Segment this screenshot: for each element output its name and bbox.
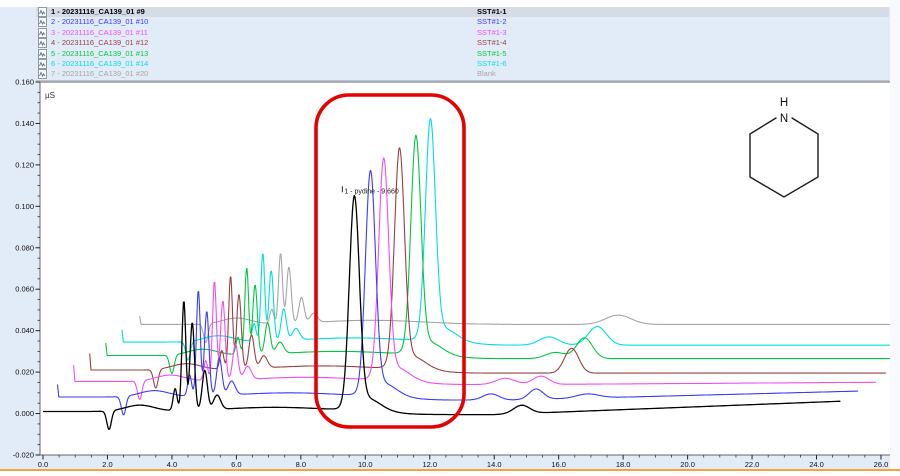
- legend-row-1[interactable]: 1 - 20231116_CA139_01 #9 SST#1-1: [36, 7, 889, 17]
- y-tick-label: 0.140: [15, 119, 34, 128]
- legend-sample-name: SST#1-5: [477, 49, 507, 60]
- y-tick-label: 0.160: [15, 78, 34, 87]
- y-tick-label: 0.040: [15, 326, 34, 335]
- x-tick-label: 6.0: [231, 460, 241, 469]
- y-tick-label: 0.020: [15, 368, 34, 377]
- legend-row-3[interactable]: 3 - 20231116_CA139_01 #11 SST#1-3: [36, 28, 889, 38]
- legend-sample-name: SST#1-1: [477, 7, 507, 18]
- y-tick-label: 0.100: [15, 202, 34, 211]
- plot-area: [40, 82, 893, 455]
- x-tick-label: 16.0: [551, 460, 566, 469]
- chromatogram-icon: [38, 49, 47, 59]
- x-tick-label: 0.0: [38, 460, 48, 469]
- peak-label: 1 - pydine - 9.660: [344, 188, 399, 195]
- legend-row-2[interactable]: 2 - 20231116_CA139_01 #10 SST#1-2: [36, 17, 889, 27]
- nitrogen-label: N: [780, 113, 788, 125]
- chromatogram-icon: [38, 38, 47, 48]
- chromatogram-icon: [38, 69, 47, 79]
- chromatogram-icon: [38, 7, 47, 17]
- y-tick-label: -0.020: [13, 451, 34, 460]
- legend-sample-name: SST#1-2: [477, 17, 507, 28]
- legend-sample-name: SST#1-3: [477, 28, 507, 39]
- legend-series-name: 3 - 20231116_CA139_01 #11: [51, 28, 148, 39]
- legend-row-5[interactable]: 5 - 20231116_CA139_01 #13 SST#1-5: [36, 49, 889, 59]
- y-tick-label: 0.120: [15, 160, 34, 169]
- x-tick-label: 4.0: [167, 460, 177, 469]
- legend-series-name: 7 - 20231116_CA139_01 #20: [51, 69, 148, 80]
- legend-row-7[interactable]: 7 - 20231116_CA139_01 #20 Blank: [36, 69, 889, 79]
- y-axis-unit-label: µS: [45, 91, 55, 100]
- x-tick-label: 24.0: [809, 460, 824, 469]
- hydrogen-label: H: [780, 97, 788, 109]
- x-tick-label: 8.0: [296, 460, 306, 469]
- legend-row-4[interactable]: 4 - 20231116_CA139_01 #12 SST#1-4: [36, 38, 889, 48]
- x-tick-label: 20.0: [680, 460, 695, 469]
- x-tick-label: 22.0: [745, 460, 760, 469]
- y-tick-label: 0.000: [15, 409, 34, 418]
- right-edge: [890, 0, 900, 476]
- chromatogram-icon: [38, 28, 47, 38]
- chromatogram-icon: [38, 17, 47, 27]
- legend-series-name: 6 - 20231116_CA139_01 #14: [51, 59, 148, 70]
- x-tick-label: 26.0: [874, 460, 889, 469]
- x-tick-label: 12.0: [422, 460, 437, 469]
- x-tick-label: 10.0: [358, 460, 373, 469]
- chromatogram-icon: [38, 59, 47, 69]
- top-edge: [0, 0, 900, 7]
- legend-sample-name: SST#1-4: [477, 38, 507, 49]
- legend-series-name: 4 - 20231116_CA139_01 #12: [51, 38, 148, 49]
- legend-sample-name: SST#1-6: [477, 59, 507, 70]
- y-tick-label: 0.060: [15, 285, 34, 294]
- x-tick-label: 2.0: [102, 460, 112, 469]
- legend-sample-name: Blank: [477, 69, 496, 80]
- injection-legend: 1 - 20231116_CA139_01 #9 SST#1-1 2 - 202…: [36, 7, 889, 81]
- legend-row-6[interactable]: 6 - 20231116_CA139_01 #14 SST#1-6: [36, 59, 889, 69]
- legend-series-name: 5 - 20231116_CA139_01 #13: [51, 49, 148, 60]
- x-tick-label: 18.0: [616, 460, 631, 469]
- x-tick-label: 14.0: [487, 460, 502, 469]
- legend-series-name: 2 - 20231116_CA139_01 #10: [51, 17, 148, 28]
- legend-series-name: 1 - 20231116_CA139_01 #9: [51, 7, 145, 18]
- y-tick-label: 0.080: [15, 243, 34, 252]
- chromatogram-window: 0.0 2.0 4.0 6.0 8.0 10.0 12.0 14.0 16.0 18.0 20.0 2…: [0, 0, 900, 476]
- bottom-edge: [0, 471, 900, 476]
